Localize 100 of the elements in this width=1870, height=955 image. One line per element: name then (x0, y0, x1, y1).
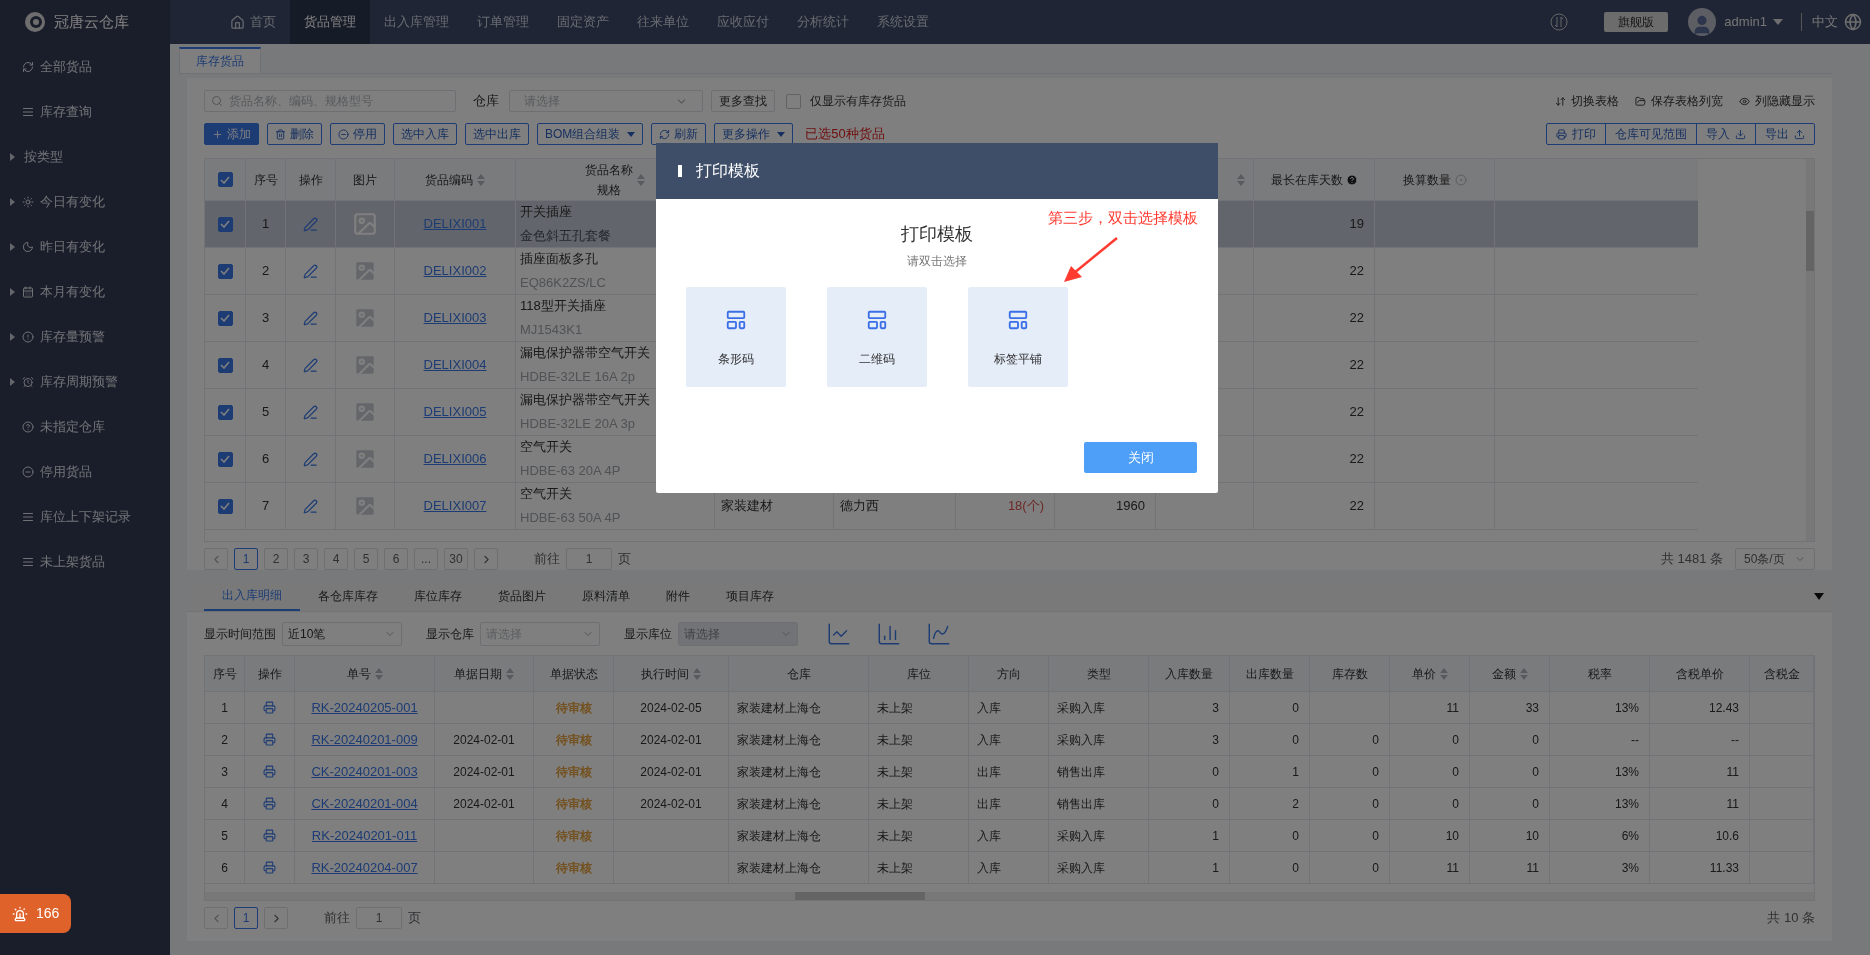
table-cell-text: 19 (1349, 215, 1364, 234)
table-cell-text: 5 (221, 827, 228, 845)
table-cell-text: 未上架 (877, 731, 913, 749)
table-cell-text: 0 (1452, 795, 1459, 813)
table-cell-text: 未上架 (877, 763, 913, 781)
column-header: 库存数 (1310, 656, 1390, 691)
table-cell-text: 0 (1292, 859, 1299, 877)
column-header: 入库数量 (1149, 656, 1230, 691)
column-header: 单据日期 (435, 656, 534, 691)
table-cell-text: 德力西 (840, 497, 879, 516)
goto-suffix: 页 (618, 550, 631, 569)
table-cell-text: 0 (1292, 699, 1299, 717)
table-cell-text: -- (1631, 731, 1639, 749)
table-cell-text: 13% (1614, 795, 1639, 813)
table-cell-text: 0 (1452, 763, 1459, 781)
table-cell-text: 3 (261, 309, 270, 328)
table-cell-text: 入库 (977, 731, 1001, 749)
table-cell-text: 0 (1292, 827, 1299, 845)
table-cell-text: 11 (1726, 795, 1739, 813)
table-cell-text: 家装建材上海仓 (737, 763, 821, 781)
table-cell-text: 出库 (977, 795, 1001, 813)
table-cell-text: 0 (1532, 731, 1539, 749)
column-header: 货品编码 (395, 159, 516, 200)
table-cell-text: 11 (1446, 699, 1459, 717)
table-cell-text: 22 (1349, 356, 1364, 375)
column-header: 类型 (1049, 656, 1149, 691)
table-cell-text: 6 (261, 450, 270, 469)
table-cell-text: 未上架 (877, 795, 913, 813)
table-cell-text: 家装建材 (721, 497, 773, 516)
goods-name: 插座面板多孔 (520, 250, 599, 268)
table-cell-text: 0 (1452, 731, 1459, 749)
table-cell-text: 13% (1614, 763, 1639, 781)
table-cell-text: 家装建材上海仓 (737, 731, 821, 749)
table-cell-text: 采购入库 (1057, 827, 1105, 845)
table-cell-text: 未上架 (877, 827, 913, 845)
total-count: 共 1481 条 (1660, 550, 1723, 569)
table-cell-text: 采购入库 (1057, 699, 1105, 717)
table-cell-text: 未上架 (877, 859, 913, 877)
table-cell-text: 0 (1292, 731, 1299, 749)
table-cell-text: 22 (1349, 262, 1364, 281)
table-cell-text: 销售出库 (1057, 795, 1105, 813)
table-cell-text: 0 (1212, 795, 1219, 813)
table-cell-text: 2024-02-01 (453, 795, 515, 813)
table-cell-text: 家装建材上海仓 (737, 795, 821, 813)
filter-label: 显示时间范围 (204, 626, 276, 643)
table-cell-text: 11 (1526, 859, 1539, 877)
table-cell-text: 6 (221, 859, 228, 877)
goods-name: 118型开关插座 (520, 297, 607, 315)
table-cell-text: 2 (221, 731, 228, 749)
table-cell-text: 7 (261, 497, 270, 516)
table-cell-text: 3 (221, 763, 228, 781)
status-label: 待审核 (555, 731, 592, 749)
table-cell-text: 10.6 (1715, 827, 1739, 845)
status-label: 待审核 (555, 795, 592, 813)
column-header: 单价 (1390, 656, 1470, 691)
column-header: 含税单价 (1650, 656, 1750, 691)
table-cell-text: 1 (1212, 827, 1219, 845)
table-cell-text: 家装建材上海仓 (737, 859, 821, 877)
table-cell-text: 22 (1349, 309, 1364, 328)
warehouse-label: 仓库 (473, 92, 499, 111)
column-header: 执行时间 (614, 656, 729, 691)
dialog-hint: 请双击选择 (907, 253, 967, 270)
table-cell-text: 0 (1372, 827, 1379, 845)
table-cell-text: 0 (1532, 795, 1539, 813)
status-label: 待审核 (555, 699, 592, 717)
table-cell-text: 家装建材上海仓 (737, 699, 821, 717)
app-title: 冠唐云仓库 (54, 11, 129, 32)
table-cell-text: 3% (1621, 859, 1639, 877)
table-cell-text: 10 (1445, 827, 1459, 845)
status-label: 待审核 (555, 859, 592, 877)
table-cell-text: 2 (261, 262, 270, 281)
column-header: 库位 (869, 656, 969, 691)
table-cell-text: 1960 (1116, 497, 1145, 516)
table-cell-text: 0 (1372, 859, 1379, 877)
table-cell-text: 12.43 (1708, 699, 1739, 717)
table-cell-text: 4 (261, 356, 270, 375)
goods-name: 漏电保护器带空气开关 (520, 391, 651, 409)
table-cell-text: 4 (221, 795, 228, 813)
table-cell-text: 2024-02-01 (640, 763, 702, 781)
goto-label: 前往 (534, 550, 560, 569)
table-cell-text: 2024-02-01 (640, 731, 702, 749)
table-cell-text: 销售出库 (1057, 763, 1105, 781)
goods-name: 开关插座 (520, 203, 573, 221)
table-cell-text: 11 (1446, 859, 1459, 877)
filter-label: 显示库位 (624, 626, 672, 643)
column-header: 操作 (245, 656, 295, 691)
column-header: 金额 (1470, 656, 1550, 691)
table-cell-text: 13% (1614, 699, 1639, 717)
column-header: 单据状态 (534, 656, 614, 691)
column-header: 换算数量 (1375, 159, 1495, 200)
table-cell-text: -- (1731, 731, 1739, 749)
table-cell-text: 入库 (977, 699, 1001, 717)
column-header: 税率 (1550, 656, 1650, 691)
dialog-heading: 打印模板 (901, 223, 973, 246)
table-cell-text: 11.33 (1709, 859, 1739, 877)
annotation-text: 第三步，双击选择模板 (1048, 208, 1198, 228)
column-header: 方向 (969, 656, 1049, 691)
table-cell-text: 2024-02-01 (453, 731, 515, 749)
selection-note: 已选50种货品 (805, 125, 885, 144)
table-cell-text: 入库 (977, 827, 1001, 845)
